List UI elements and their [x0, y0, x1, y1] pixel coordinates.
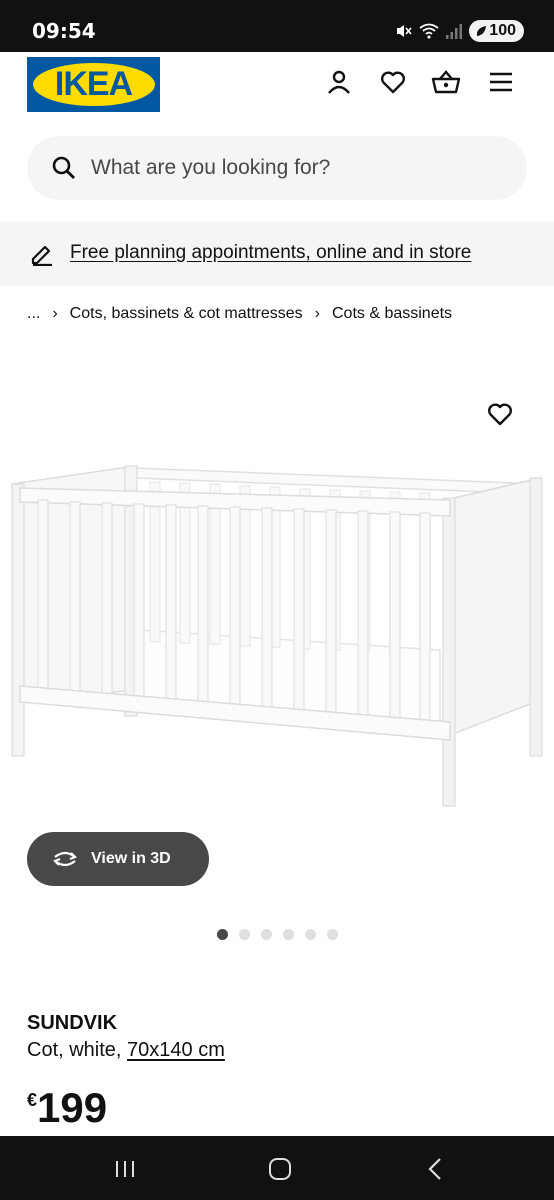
menu-button[interactable] [486, 67, 516, 97]
heart-icon [488, 403, 512, 426]
breadcrumb-ellipsis[interactable]: ... [27, 305, 40, 323]
breadcrumb: ... › Cots, bassinets & cot mattresses ›… [27, 305, 452, 323]
account-button[interactable] [324, 67, 354, 97]
status-icons: 100 [395, 20, 524, 42]
carousel-dot[interactable] [217, 929, 228, 940]
view-in-3d-label: View in 3D [91, 850, 171, 867]
wishlist-button[interactable] [378, 67, 408, 97]
system-nav-bar [0, 1136, 554, 1200]
add-to-wishlist-button[interactable] [484, 398, 516, 430]
promo-banner[interactable]: Free planning appointments, online and i… [0, 222, 554, 286]
product-name: SUNDVIK [27, 1012, 118, 1034]
header: IKEA [0, 52, 554, 128]
product-description-text: Cot, white, [27, 1039, 128, 1061]
carousel-dot[interactable] [239, 929, 250, 940]
image-carousel-dots [217, 929, 338, 940]
recent-apps-button[interactable] [110, 1154, 140, 1184]
price-currency: € [27, 1090, 38, 1110]
pencil-icon [31, 245, 52, 266]
breadcrumb-cots-bassinets[interactable]: Cots & bassinets [332, 305, 452, 323]
product-price: € 199 [27, 1082, 107, 1134]
carousel-dot[interactable] [305, 929, 316, 940]
back-icon [428, 1158, 441, 1180]
breadcrumb-cots-bassinets-mattresses[interactable]: Cots, bassinets & cot mattresses [70, 305, 303, 323]
ikea-logo[interactable]: IKEA [27, 57, 160, 112]
carousel-dot[interactable] [327, 929, 338, 940]
promo-link[interactable]: Free planning appointments, online and i… [70, 242, 471, 264]
product-size-link[interactable]: 70x140 cm [127, 1039, 225, 1061]
cart-button[interactable] [431, 67, 461, 97]
recent-apps-icon [116, 1161, 134, 1177]
product-image[interactable] [0, 380, 554, 820]
home-button[interactable] [265, 1154, 295, 1184]
status-bar: 09:54 100 [0, 0, 554, 52]
view-in-3d-button[interactable]: View in 3D [27, 832, 209, 886]
carousel-dot[interactable] [261, 929, 272, 940]
basket-icon [431, 70, 461, 94]
hamburger-icon [490, 72, 512, 92]
rotate-icon [53, 851, 77, 867]
back-button[interactable] [420, 1154, 450, 1184]
chevron-right-icon: › [52, 305, 58, 322]
heart-icon [381, 71, 405, 94]
product-description: Cot, white, 70x140 cm [27, 1039, 225, 1062]
search-input[interactable] [91, 144, 511, 192]
battery-indicator: 100 [469, 20, 524, 42]
battery-level: 100 [489, 22, 516, 39]
search-bar[interactable] [27, 136, 527, 200]
chevron-right-icon: › [314, 305, 320, 322]
mute-icon [397, 25, 412, 37]
wifi-icon [419, 23, 439, 39]
carousel-dot[interactable] [283, 929, 294, 940]
price-value: 199 [37, 1084, 108, 1131]
search-icon [52, 156, 75, 179]
signal-icon [446, 24, 463, 39]
person-icon [328, 70, 350, 94]
status-time: 09:54 [32, 19, 96, 43]
home-icon [269, 1158, 291, 1180]
leaf-icon [477, 26, 487, 36]
logo-text: IKEA [54, 65, 133, 103]
cot-illustration [11, 465, 543, 807]
